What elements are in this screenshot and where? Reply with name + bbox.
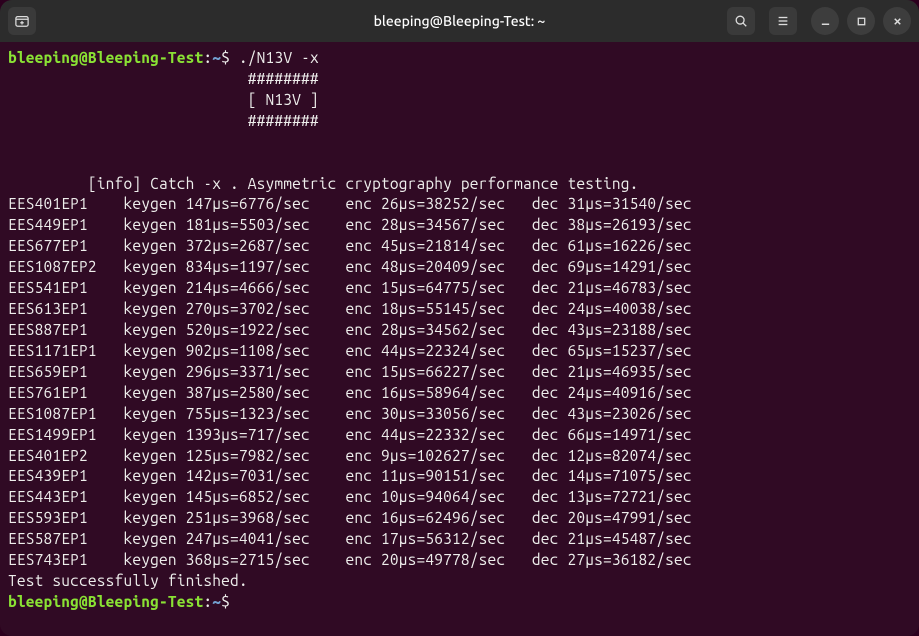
- result-row: EES1171EP1 keygen 902µs=1108/sec enc 44µ…: [8, 341, 911, 362]
- result-row: EES761EP1 keygen 387µs=2580/sec enc 16µs…: [8, 383, 911, 404]
- result-row: EES449EP1 keygen 181µs=5503/sec enc 28µs…: [8, 215, 911, 236]
- search-button[interactable]: [727, 7, 755, 35]
- prompt-path: ~: [212, 593, 221, 610]
- result-row: EES593EP1 keygen 251µs=3968/sec enc 16µs…: [8, 508, 911, 529]
- new-tab-button[interactable]: [8, 7, 36, 35]
- prompt-path: ~: [212, 49, 221, 66]
- banner-line: ########: [8, 111, 911, 132]
- titlebar: bleeping@Bleeping-Test: ~: [0, 0, 919, 42]
- command-line: bleeping@Bleeping-Test:~$ ./N13V -x: [8, 48, 911, 69]
- result-row: EES443EP1 keygen 145µs=6852/sec enc 10µs…: [8, 487, 911, 508]
- result-row: EES401EP1 keygen 147µs=6776/sec enc 26µs…: [8, 194, 911, 215]
- result-row: EES659EP1 keygen 296µs=3371/sec enc 15µs…: [8, 362, 911, 383]
- result-row: EES439EP1 keygen 142µs=7031/sec enc 11µs…: [8, 466, 911, 487]
- result-row: EES1087EP2 keygen 834µs=1197/sec enc 48µ…: [8, 257, 911, 278]
- result-row: EES743EP1 keygen 368µs=2715/sec enc 20µs…: [8, 550, 911, 571]
- blank-line: [8, 132, 911, 153]
- prompt-user-host: bleeping@Bleeping-Test: [8, 593, 203, 610]
- new-tab-icon: [15, 14, 29, 28]
- hamburger-icon: [776, 14, 790, 28]
- maximize-icon: [856, 16, 867, 27]
- prompt-dollar: $: [221, 593, 239, 610]
- terminal-body[interactable]: bleeping@Bleeping-Test:~$ ./N13V -x ####…: [0, 42, 919, 636]
- result-row: EES1499EP1 keygen 1393µs=717/sec enc 44µ…: [8, 425, 911, 446]
- banner-line: [ N13V ]: [8, 90, 911, 111]
- result-row: EES541EP1 keygen 214µs=4666/sec enc 15µs…: [8, 278, 911, 299]
- prompt-sep: :: [203, 49, 212, 66]
- info-line: [info] Catch -x . Asymmetric cryptograph…: [8, 174, 911, 195]
- banner-line: ########: [8, 69, 911, 90]
- prompt-user-host: bleeping@Bleeping-Test: [8, 49, 203, 66]
- menu-button[interactable]: [769, 7, 797, 35]
- terminal-window: bleeping@Bleeping-Test: ~ bleeping@Bleep…: [0, 0, 919, 636]
- close-icon: [892, 16, 903, 27]
- maximize-button[interactable]: [847, 7, 875, 35]
- blank-line: [8, 153, 911, 174]
- result-row: EES677EP1 keygen 372µs=2687/sec enc 45µs…: [8, 236, 911, 257]
- result-row: EES587EP1 keygen 247µs=4041/sec enc 17µs…: [8, 529, 911, 550]
- minimize-button[interactable]: [811, 7, 839, 35]
- search-icon: [734, 14, 748, 28]
- result-row: EES1087EP1 keygen 755µs=1323/sec enc 30µ…: [8, 404, 911, 425]
- finish-line: Test successfully finished.: [8, 571, 911, 592]
- result-row: EES887EP1 keygen 520µs=1922/sec enc 28µs…: [8, 320, 911, 341]
- prompt-line: bleeping@Bleeping-Test:~$: [8, 592, 911, 613]
- prompt-dollar: $: [221, 49, 239, 66]
- prompt-sep: :: [203, 593, 212, 610]
- minimize-icon: [820, 16, 831, 27]
- result-row: EES401EP2 keygen 125µs=7982/sec enc 9µs=…: [8, 446, 911, 467]
- close-button[interactable]: [883, 7, 911, 35]
- window-title: bleeping@Bleeping-Test: ~: [374, 13, 546, 29]
- result-row: EES613EP1 keygen 270µs=3702/sec enc 18µs…: [8, 299, 911, 320]
- command-text: ./N13V -x: [239, 49, 319, 66]
